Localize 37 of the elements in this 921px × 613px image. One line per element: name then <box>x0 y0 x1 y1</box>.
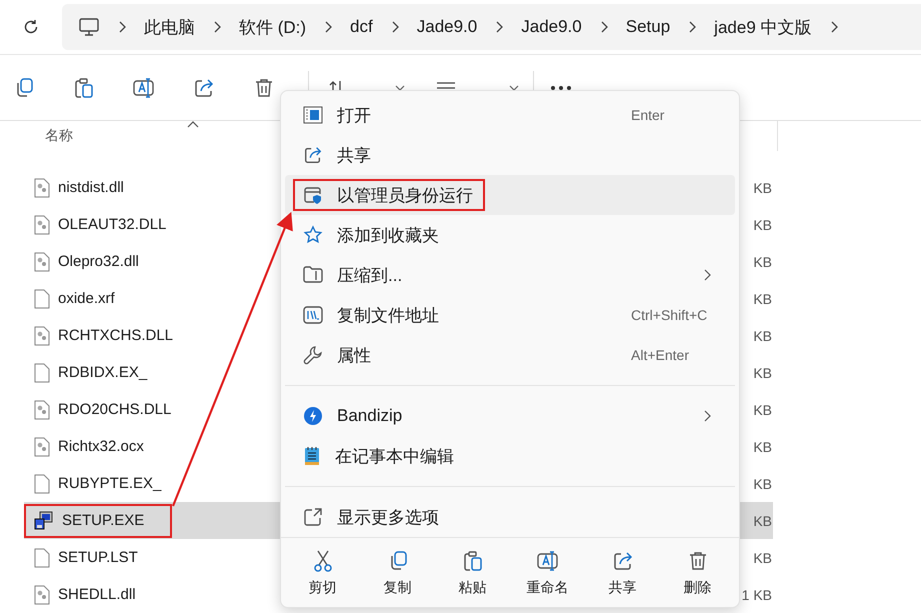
file-size: KB <box>753 180 772 196</box>
file-name: oxide.xrf <box>58 290 115 307</box>
file-size: KB <box>753 328 772 344</box>
file-size: KB <box>753 290 772 306</box>
file-name: RDO20CHS.DLL <box>58 401 172 418</box>
file-name: RDBIDX.EX_ <box>58 364 148 381</box>
menu-item-label: 打开 <box>337 104 371 126</box>
file-name: SETUP.LST <box>58 549 138 566</box>
menu-item-label: 属性 <box>337 344 371 366</box>
menu-item-label: 以管理员身份运行 <box>337 184 473 206</box>
menu-item-label: 复制文件地址 <box>337 304 439 326</box>
file-size: KB <box>753 216 772 232</box>
file-size: KB <box>753 402 772 418</box>
file-size: 1 KB <box>742 586 772 602</box>
menu-item-label: 显示更多选项 <box>337 506 439 528</box>
file-name: SETUP.EXE <box>62 512 144 529</box>
file-size: KB <box>753 476 772 492</box>
file-size: KB <box>753 512 772 528</box>
file-name: SHEDLL.dll <box>58 586 136 603</box>
file-size: KB <box>753 254 772 270</box>
menu-item-label: Bandizip <box>337 406 402 426</box>
shortcut-text: Ctrl+Shift+C <box>631 307 708 323</box>
file-name: nistdist.dll <box>58 179 124 196</box>
file-name: Olepro32.dll <box>58 253 139 270</box>
menu-item-label: 添加到收藏夹 <box>337 224 439 246</box>
file-size: KB <box>753 438 772 454</box>
menu-item-label: 共享 <box>337 144 371 166</box>
file-name: RCHTXCHS.DLL <box>58 327 174 344</box>
menu-item-label: 在记事本中编辑 <box>335 446 454 468</box>
file-name: RUBYPTE.EX_ <box>58 475 162 492</box>
menu-item-label: 压缩到... <box>337 264 402 286</box>
shortcut-text: Alt+Enter <box>631 347 690 363</box>
file-name: OLEAUT32.DLL <box>58 216 166 233</box>
file-size: KB <box>753 550 772 566</box>
file-size: KB <box>753 364 772 380</box>
file-name: Richtx32.ocx <box>58 438 144 455</box>
shortcut-text: Enter <box>631 107 666 123</box>
